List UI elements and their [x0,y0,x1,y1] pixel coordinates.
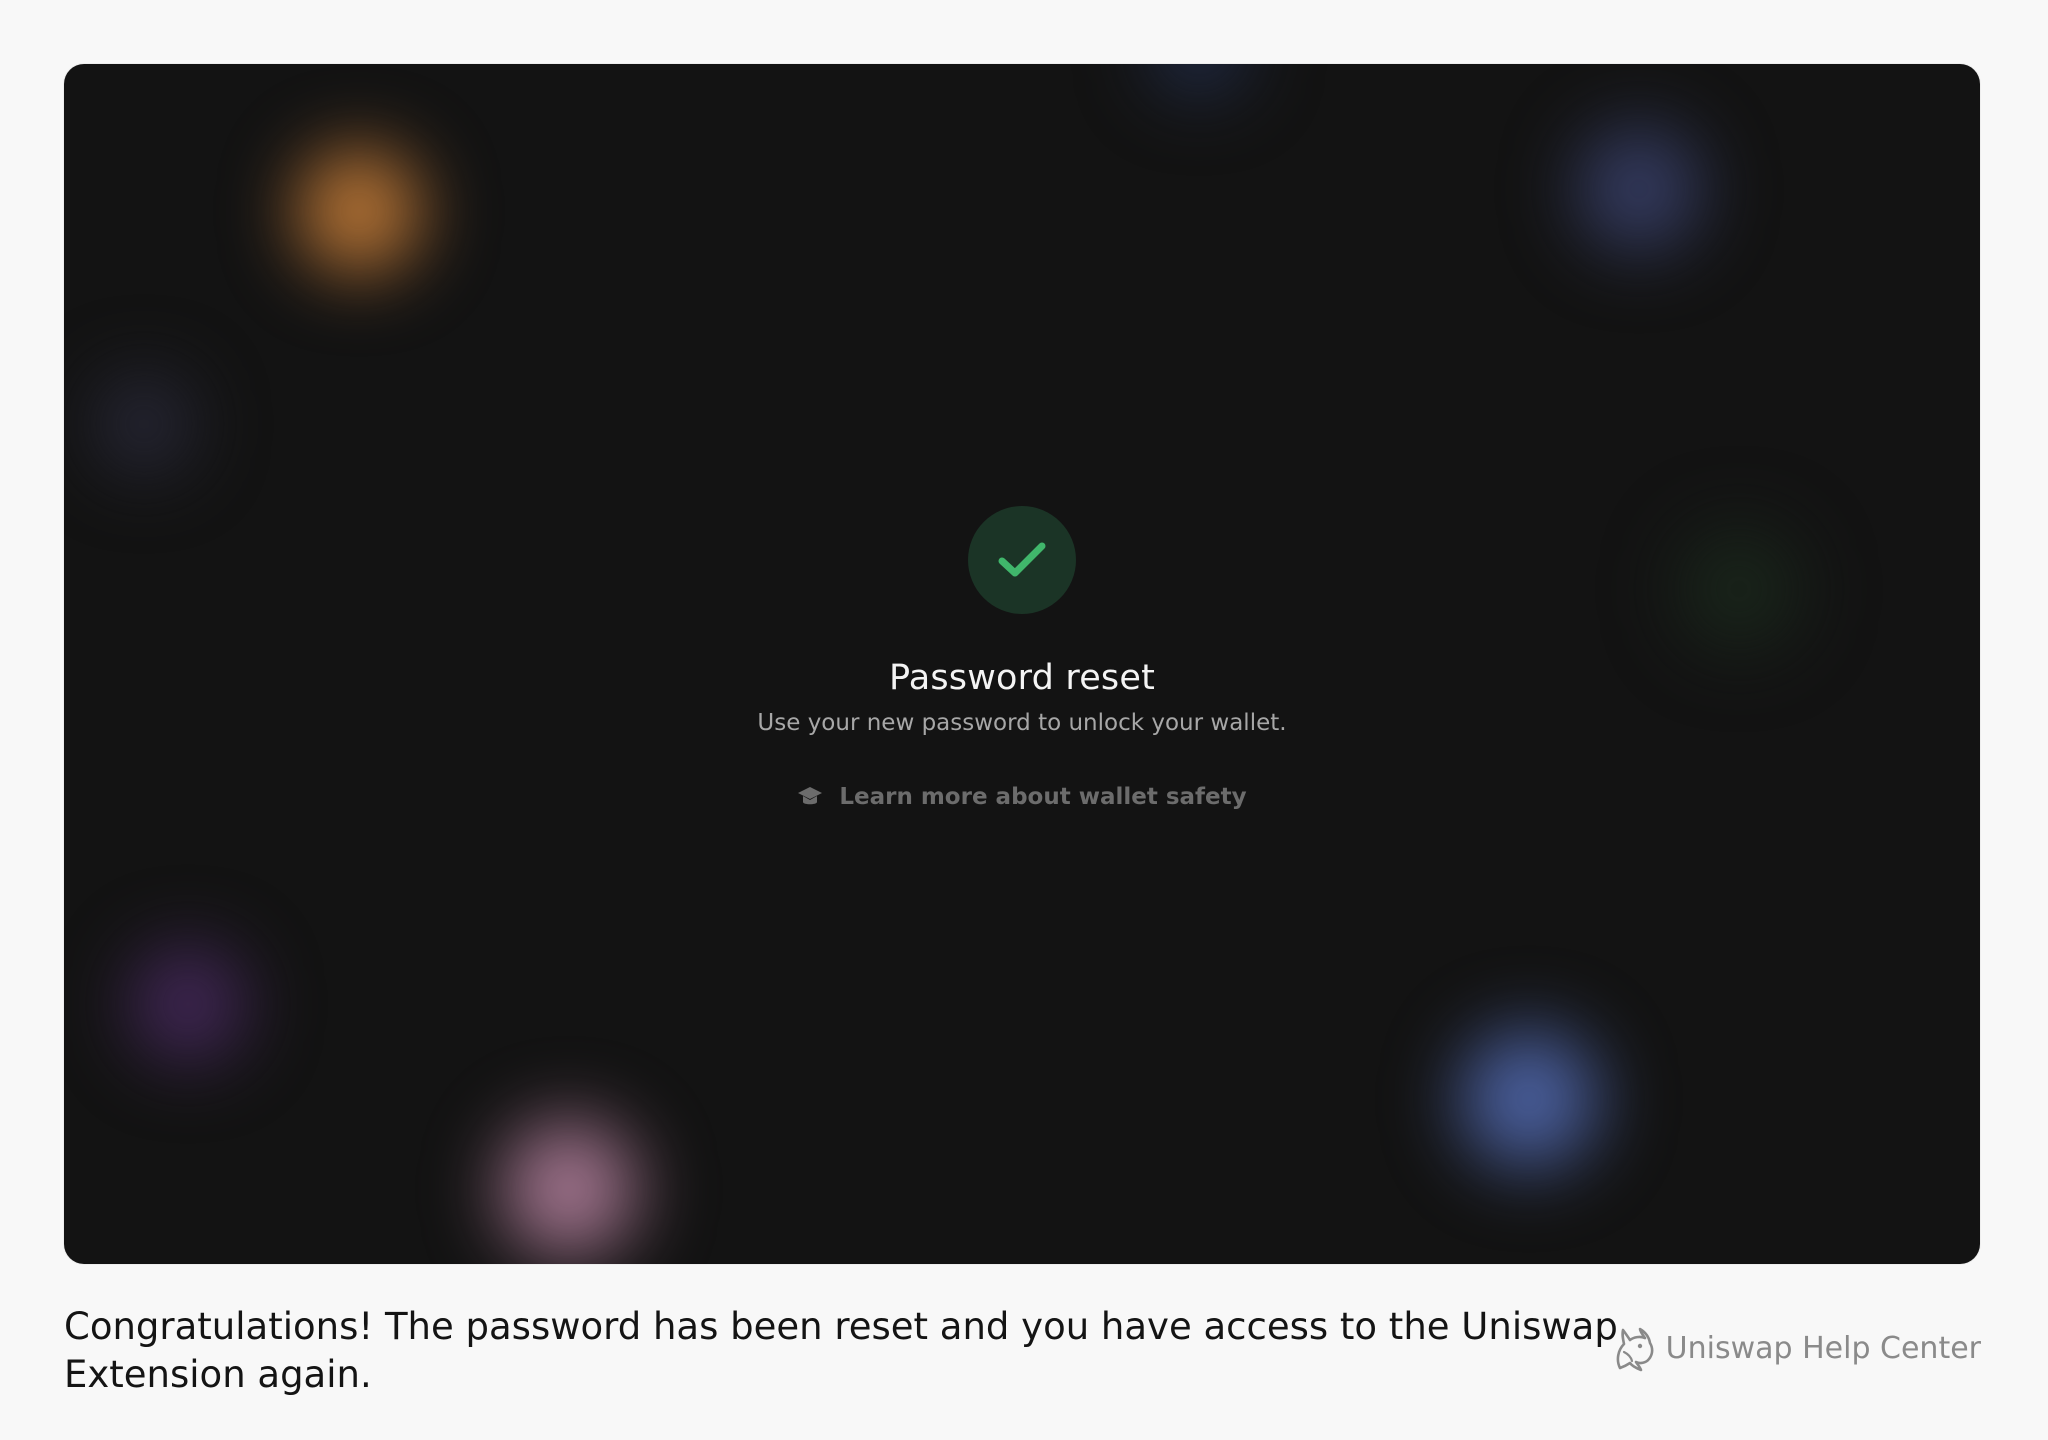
decorative-glow-blue [1444,1014,1614,1184]
extension-screenshot: Password reset Use your new password to … [64,64,1980,1264]
page-title: Password reset [888,658,1156,698]
decorative-glow-purple [118,934,258,1074]
learn-more-label: Learn more about wallet safety [839,784,1247,810]
uniswap-unicorn-icon [1616,1327,1654,1372]
decorative-glow-orange [284,136,434,286]
learn-more-link[interactable]: Learn more about wallet safety [797,782,1247,812]
help-center-label: Uniswap Help Center [1665,1331,1981,1366]
decorative-glow-pink [484,1104,654,1264]
decorative-glow-slate [84,364,204,484]
screenshot-caption: Congratulations! The password has been r… [64,1305,1618,1396]
decorative-glow-top [1134,64,1264,104]
success-badge [968,506,1076,614]
page-subtitle: Use your new password to unlock your wal… [757,710,1287,736]
help-center-brand[interactable]: Uniswap Help Center [1610,1326,1981,1372]
graduation-cap-icon [798,787,823,805]
checkmark-icon [998,542,1046,577]
decorative-glow-navy [1564,114,1714,264]
success-panel: Password reset Use your new password to … [64,506,1980,812]
